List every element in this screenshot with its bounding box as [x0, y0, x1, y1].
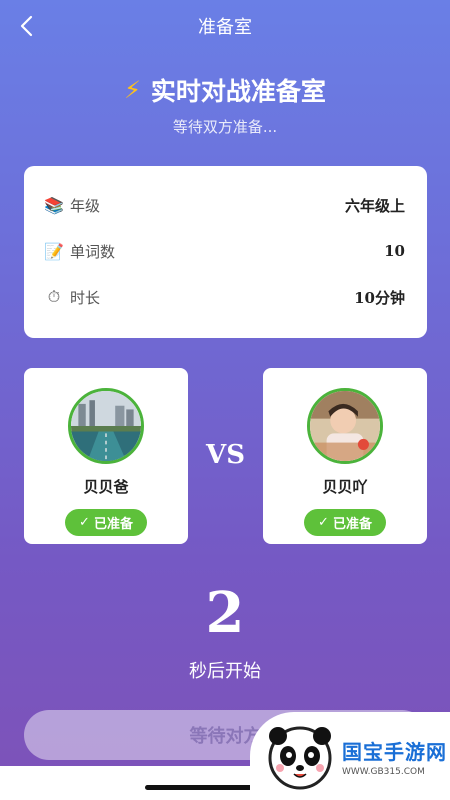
info-value: 10 [384, 242, 405, 260]
hero-title-text: 实时对战准备室 [150, 77, 326, 106]
info-row-grade: 📚 年级 六年级上 [44, 182, 405, 228]
ready-badge-label: 已准备 [332, 517, 372, 532]
back-button[interactable] [14, 14, 38, 38]
hero-subtitle: 等待双方准备... [172, 118, 278, 136]
check-icon: ✓ [318, 515, 329, 530]
info-label: 时长 [70, 288, 101, 307]
countdown-number: 2 [205, 580, 245, 646]
stopwatch-icon: ⏱ [47, 287, 61, 306]
watermark: 国宝手游网 WWW.GB315.COM [250, 712, 450, 800]
countdown-label: 秒后开始 [189, 661, 261, 682]
avatar [307, 388, 383, 464]
player-card-right: 贝贝吖 ✓ 已准备 [263, 368, 427, 544]
watermark-url: WWW.GB315.COM [342, 766, 425, 777]
info-label: 单词数 [70, 242, 116, 261]
player-name: 贝贝爸 [83, 478, 129, 496]
ready-badge-label: 已准备 [93, 517, 133, 532]
page-title: 准备室 [198, 17, 252, 38]
ready-badge: ✓ 已准备 [304, 509, 386, 536]
check-icon: ✓ [79, 515, 90, 530]
watermark-text: 国宝手游网 [342, 739, 447, 764]
panda-logo-icon [268, 726, 332, 790]
chevron-left-icon [20, 15, 33, 37]
settings-card: 📚 年级 六年级上 📝 单词数 10 ⏱ 时长 10分钟 [24, 166, 427, 338]
lightning-icon: ⚡ [124, 76, 141, 104]
info-row-duration: ⏱ 时长 10分钟 [44, 274, 405, 320]
player-name: 贝贝吖 [322, 478, 368, 496]
avatar [68, 388, 144, 464]
player-card-left: 贝贝爸 ✓ 已准备 [24, 368, 188, 544]
info-label: 年级 [70, 196, 101, 215]
vs-label: VS [206, 440, 245, 470]
ready-badge: ✓ 已准备 [65, 509, 147, 536]
books-icon: 📚 [44, 195, 64, 215]
hero-heading: ⚡ 实时对战准备室 [0, 72, 450, 108]
info-value: 六年级上 [344, 196, 405, 215]
info-row-word-count: 📝 单词数 10 [44, 228, 405, 274]
info-value: 10分钟 [354, 288, 405, 307]
memo-icon: 📝 [44, 241, 64, 261]
nav-bar: 准备室 [0, 0, 450, 52]
